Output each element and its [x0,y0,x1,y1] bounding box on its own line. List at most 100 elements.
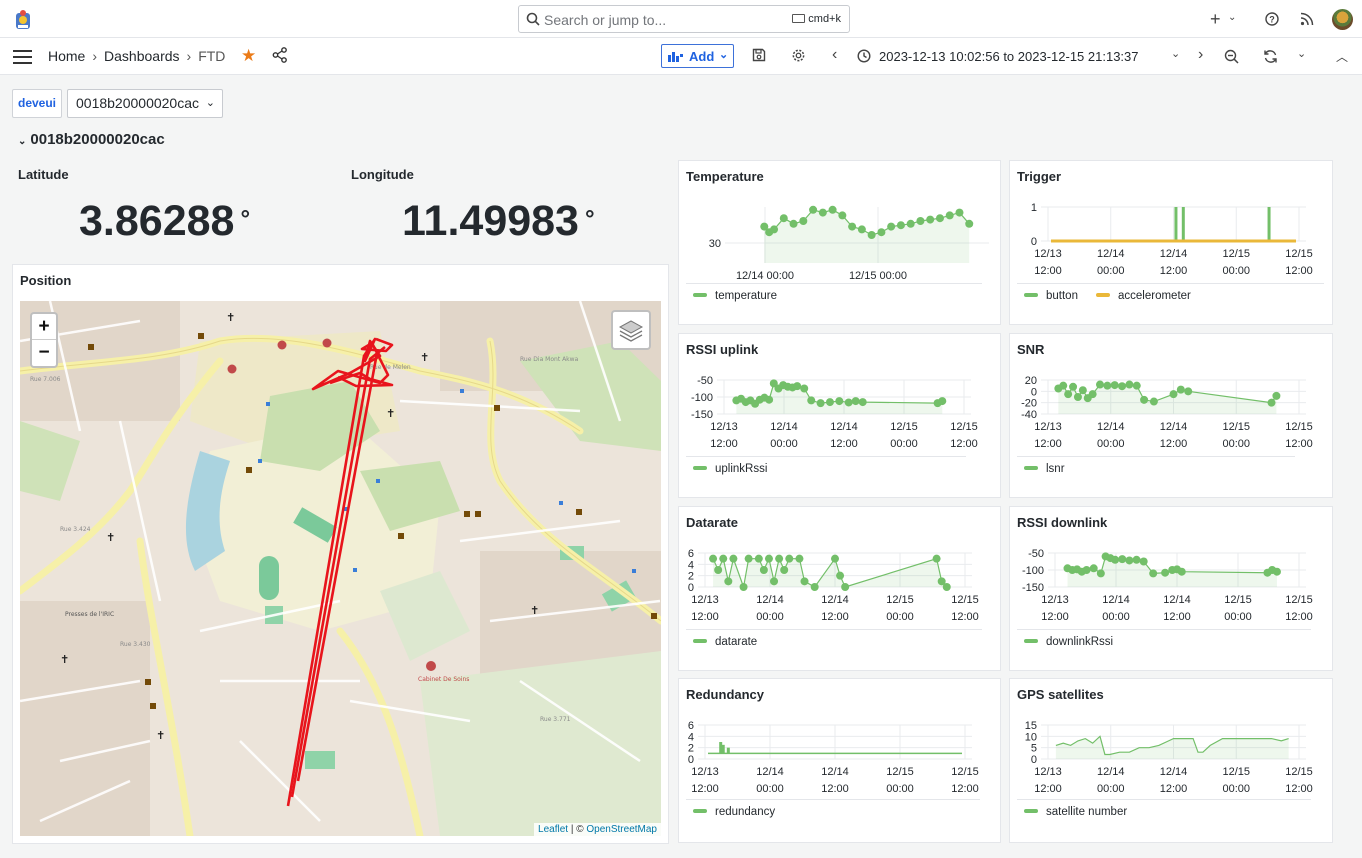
add-panel-icon [668,52,683,62]
new-plus-icon[interactable]: + [1210,9,1221,30]
data-point [1088,390,1097,399]
stat-value: 3.86288 ° [79,197,250,246]
x-tick-label: 12:00 [691,783,719,795]
chart-temperature[interactable]: 30 12/14 00:00 12/15 00:00 [679,161,1002,282]
user-avatar[interactable] [1332,9,1353,30]
top-bar: Search or jump to... cmd+k + ⌄ ? [0,0,1362,38]
x-tick-label: 12/15 [1222,421,1250,433]
menu-icon[interactable] [13,50,32,64]
chevron-down-icon[interactable]: ⌄ [1171,47,1180,60]
geomap[interactable]: ✝ ✝ ✝ ✝ ✝ ✝ ✝ Rue 7.006 Rue 3.424 Rue 3.430 Rue… [20,301,661,836]
legend-label: downlinkRssi [1046,636,1114,648]
data-point [780,566,789,574]
help-icon[interactable]: ? [1265,12,1279,26]
chart-snr[interactable]: 200-20-4012/13 12:00 12/14 00:00 12/14 12:00 1… [1010,334,1334,454]
chevron-down-icon[interactable]: ⌄ [1297,47,1306,60]
data-point [799,217,808,225]
legend-item[interactable]: lsnr [1024,463,1065,475]
chevron-up-icon[interactable]: ︿ [1336,48,1348,65]
x-tick-label: 12/13 [710,421,738,433]
data-point [906,219,915,228]
x-tick-label: 12:00 [1285,611,1313,623]
x-tick-label: 12/15 [886,594,914,606]
refresh-icon[interactable] [1263,49,1278,64]
zoom-out-button[interactable]: − [32,340,56,366]
stat-value: 11.49983 ° [402,197,595,246]
legend-item[interactable]: accelerometer [1096,290,1191,302]
data-point [1272,567,1281,576]
chart-trigger[interactable]: 1 012/13 12:00 12/14 00:00 12/14 12:00 12/15 00:… [1010,161,1334,281]
data-point [810,583,819,591]
data-point [1069,382,1078,391]
svg-text:✝: ✝ [156,729,165,742]
data-point [770,577,779,586]
breadcrumb-home[interactable]: Home [48,48,85,64]
legend-swatch [693,809,707,813]
row-header[interactable]: ⌄ 0018b20000020cac [18,131,165,148]
breadcrumb-dashboards[interactable]: Dashboards [104,48,180,64]
add-button[interactable]: Add ⌄ [661,44,734,68]
stat-panel-longitude: Longitude 11.49983 ° [351,167,671,257]
stat-panel-latitude: Latitude 3.86288 ° [18,167,338,257]
star-icon[interactable]: ★ [241,46,256,66]
zoom-out-icon[interactable] [1224,49,1239,64]
x-tick-label: 12/15 [1285,248,1313,260]
data-point [857,225,866,234]
x-tick-label: 12/13 [691,594,719,606]
legend-item[interactable]: datarate [693,636,757,648]
time-back-icon[interactable]: ‹ [832,46,837,64]
x-tick-label: 12:00 [1160,265,1188,277]
legend-item[interactable]: downlinkRssi [1024,636,1113,648]
y-tick-label: 30 [709,238,721,250]
news-rss-icon[interactable] [1300,12,1314,26]
y-tick-label: -50 [697,375,713,387]
chart-rssi-uplink[interactable]: -50 -100 -15012/13 12:00 12/14 00:00 12/14 12:0… [679,334,1002,454]
x-tick-label: 12/15 [1222,766,1250,778]
chart-redundancy[interactable]: 642012/13 12:00 12/14 00:00 12/14 12:00 12/15 0… [679,679,1002,799]
x-tick-label: 12:00 [821,783,849,795]
svg-text:Rue Dia Mont Akwa: Rue Dia Mont Akwa [520,356,579,363]
zoom-in-button[interactable]: + [32,314,56,340]
legend-item[interactable]: satellite number [1024,806,1127,818]
legend-item[interactable]: redundancy [693,806,775,818]
x-tick-label: 12/14 [1163,594,1191,606]
chart-legend: downlinkRssi [1017,629,1311,659]
osm-link[interactable]: OpenStreetMap [586,824,657,835]
data-point [844,398,853,407]
x-tick-label: 12:00 [1160,438,1188,450]
panel-title: Position [20,273,72,288]
chart-datarate[interactable]: 642012/13 12:00 12/14 00:00 12/14 12:00 12/15 0… [679,507,1002,627]
search-input[interactable]: Search or jump to... cmd+k [518,5,850,33]
save-icon[interactable] [752,48,766,62]
keyboard-shortcut: cmd+k [792,13,841,25]
svg-text:Rue 3.771: Rue 3.771 [540,716,571,723]
y-tick-label: 2 [688,743,694,755]
data-point [1132,555,1141,564]
clock-icon [857,49,871,63]
y-tick-label: -20 [1021,398,1037,410]
data-point [938,397,947,406]
map-layers-button[interactable] [611,310,651,350]
legend-swatch [693,466,707,470]
chevron-down-icon[interactable]: ⌄ [1228,12,1236,23]
share-icon[interactable] [272,47,288,63]
x-tick-label: 12:00 [1285,265,1313,277]
x-tick-label: 12/15 [1285,594,1313,606]
legend-item[interactable]: temperature [693,290,777,302]
time-range-picker[interactable]: 2023-12-13 10:02:56 to 2023-12-15 21:13:… [879,49,1139,64]
time-forward-icon[interactable]: › [1198,46,1203,64]
chart-rssi-downlink[interactable]: -50 -100 -15012/13 12:00 12/14 00:00 12/14 12:0… [1010,507,1334,627]
settings-gear-icon[interactable] [791,48,806,63]
legend-item[interactable]: uplinkRssi [693,463,767,475]
legend-item[interactable]: button [1024,290,1078,302]
x-tick-label: 12/14 [830,421,858,433]
variable-value: 0018b20000020cac [76,95,200,111]
add-label: Add [689,49,715,64]
grafana-logo-icon[interactable] [13,9,33,31]
variable-select[interactable]: 0018b20000020cac ⌄ [67,89,223,118]
x-tick-label: 12/15 [890,421,918,433]
legend-label: datarate [715,636,758,648]
leaflet-link[interactable]: Leaflet [538,824,568,835]
chart-gps-satellites[interactable]: 15105012/13 12:00 12/14 00:00 12/14 12:00 12/1… [1010,679,1334,799]
data-point [809,205,818,214]
